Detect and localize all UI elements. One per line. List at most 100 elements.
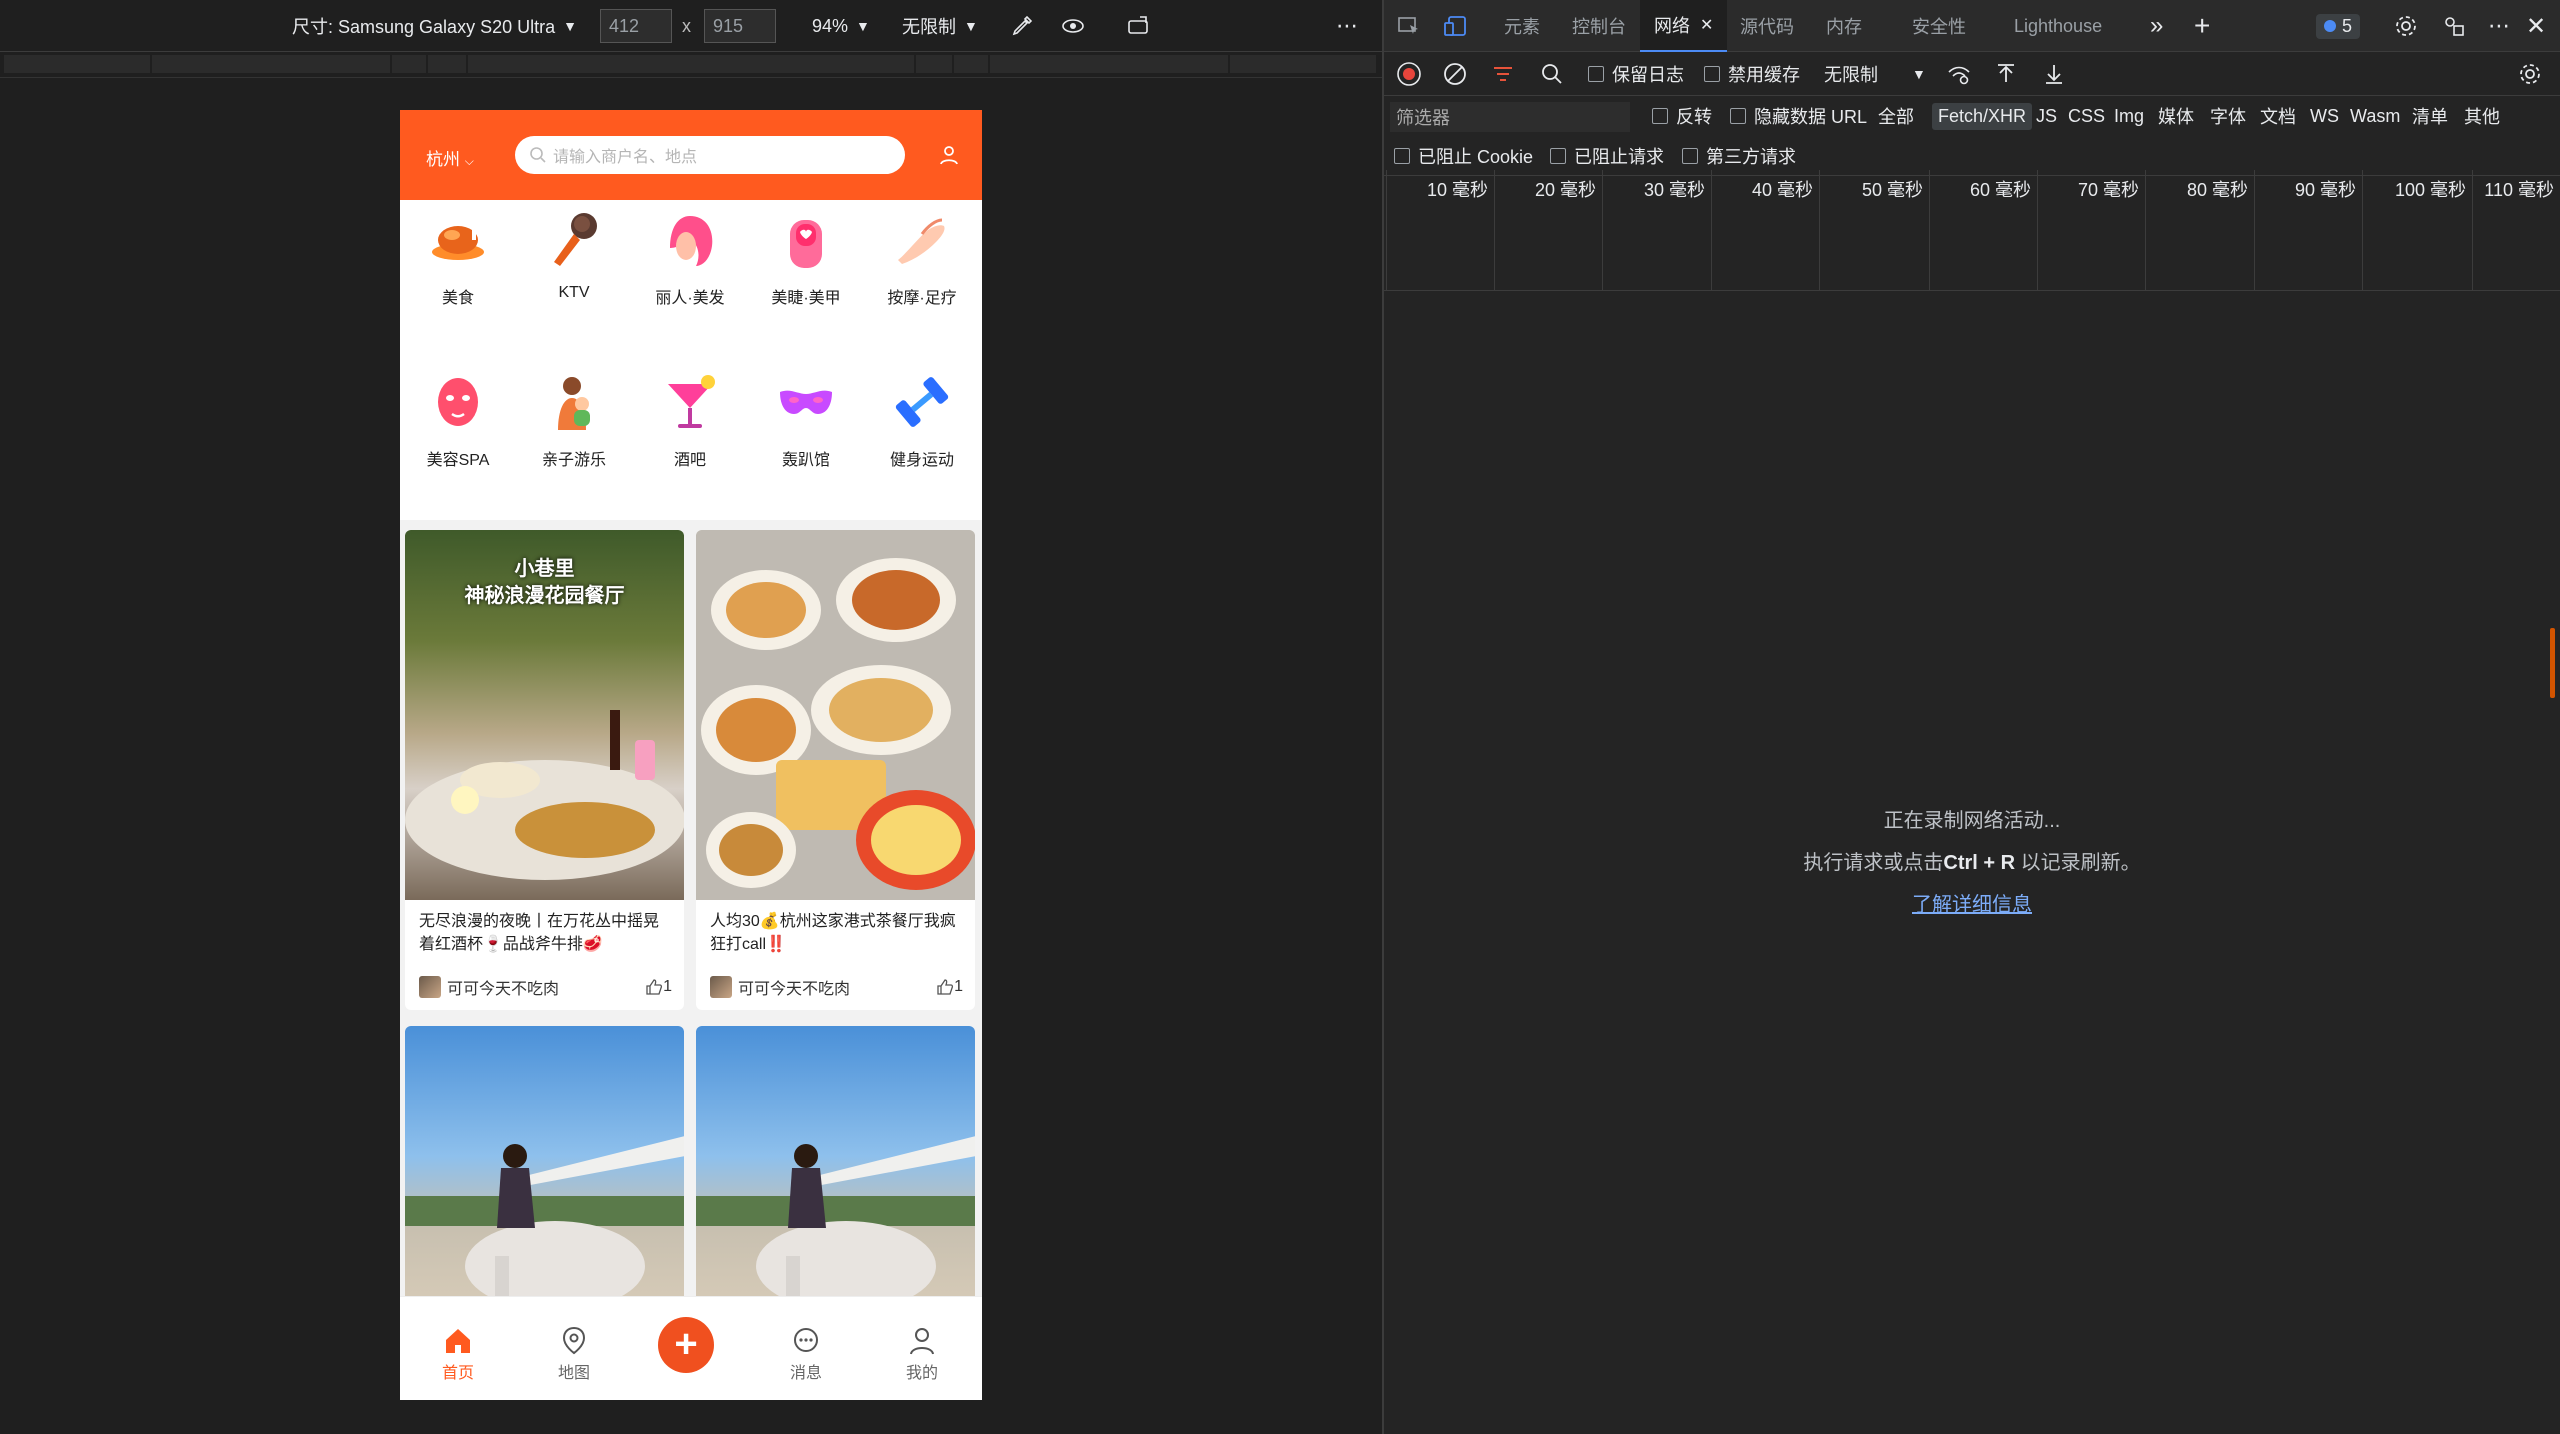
filter-type-js[interactable]: JS — [2036, 96, 2057, 136]
filter-type-manifest[interactable]: 清单 — [2412, 96, 2448, 136]
more-icon[interactable]: ⋯ — [1336, 0, 1358, 52]
preserve-log-checkbox[interactable]: 保留日志 — [1588, 52, 1684, 96]
post-card[interactable]: 小巷里 神秘浪漫花园餐厅 无尽浪漫的夜晚丨在万花丛中摇晃着红酒杯🍷品战斧牛排🥩 … — [405, 530, 684, 1010]
tab-label: 消息 — [789, 1365, 822, 1382]
network-settings-icon[interactable] — [2518, 52, 2542, 96]
tab-security[interactable]: 安全性 — [1912, 0, 1966, 52]
filter-type-doc[interactable]: 文档 — [2260, 96, 2296, 136]
close-devtools-icon[interactable]: ✕ — [2526, 0, 2546, 52]
tab-lighthouse[interactable]: Lighthouse — [2014, 0, 2102, 52]
network-toolbar: 保留日志 禁用缓存 无限制 ▼ — [1384, 52, 2560, 96]
eyedropper-icon[interactable] — [1010, 0, 1034, 52]
filter-toggle[interactable] — [1490, 52, 1516, 96]
tab-memory[interactable]: 内存 — [1826, 0, 1862, 52]
network-conditions-icon[interactable] — [1946, 52, 1972, 96]
category-label: KTV — [558, 284, 590, 301]
filter-type-img[interactable]: Img — [2114, 96, 2144, 136]
checkbox — [1394, 148, 1410, 164]
tab-message[interactable]: 消息 — [748, 1297, 864, 1400]
like-button[interactable]: 1 — [645, 975, 672, 999]
plus-icon: + — [658, 1317, 714, 1373]
hide-data-urls-checkbox[interactable]: 隐藏数据 URL — [1730, 96, 1867, 136]
post-author[interactable]: 可可今天不吃肉 — [710, 975, 850, 999]
post-card[interactable]: 人均30💰杭州这家港式茶餐厅我疯狂打call‼️ 可可今天不吃肉 1 — [696, 530, 975, 1010]
category-spa[interactable]: 美容SPA — [400, 362, 516, 492]
filter-input[interactable]: 筛选器 — [1390, 102, 1630, 132]
category-ktv[interactable]: KTV — [516, 200, 632, 330]
import-har-icon[interactable] — [1994, 52, 2018, 96]
city-selector[interactable]: 杭州 ⌵ — [426, 145, 474, 170]
chevron-down-icon: ▼ — [964, 18, 978, 34]
device-select[interactable]: 尺寸: Samsung Galaxy S20 Ultra ▼ — [292, 0, 577, 52]
record-button[interactable] — [1396, 52, 1422, 96]
height-input[interactable] — [704, 9, 776, 43]
bottom-tab-bar: 首页 地图 + 消息 我的 — [400, 1296, 982, 1400]
blocked-requests-label: 已阻止请求 — [1574, 147, 1664, 167]
inspect-icon[interactable] — [1396, 0, 1422, 52]
tab-profile[interactable]: 我的 — [864, 1297, 980, 1400]
post-card[interactable] — [405, 1026, 684, 1316]
tab-map[interactable]: 地图 — [516, 1297, 632, 1400]
network-overview-timeline[interactable]: 10 毫秒 20 毫秒 30 毫秒 40 毫秒 50 毫秒 60 毫秒 70 毫… — [1384, 170, 2560, 291]
throttle-select[interactable]: 无限制 ▼ — [1824, 52, 1926, 96]
scroll-marker[interactable] — [2550, 628, 2555, 698]
filter-type-css[interactable]: CSS — [2068, 96, 2105, 136]
chevron-down-icon: ⌵ — [464, 154, 474, 168]
rotate-icon[interactable] — [1126, 0, 1152, 52]
filter-type-font[interactable]: 字体 — [2210, 96, 2246, 136]
user-icon[interactable] — [938, 144, 960, 166]
tab-console[interactable]: 控制台 — [1572, 0, 1626, 52]
filter-type-other[interactable]: 其他 — [2464, 96, 2500, 136]
clear-button[interactable] — [1442, 52, 1468, 96]
filter-type-media[interactable]: 媒体 — [2158, 96, 2194, 136]
category-label: 健身运动 — [889, 452, 954, 469]
filter-type-wasm[interactable]: Wasm — [2350, 96, 2400, 136]
dumbbell-icon — [895, 377, 949, 427]
recording-message: 正在录制网络活动... — [1883, 810, 2061, 832]
invert-checkbox[interactable]: 反转 — [1652, 96, 1712, 136]
close-icon[interactable]: ✕ — [1700, 15, 1713, 35]
throttle-select[interactable]: 无限制 ▼ — [902, 0, 978, 52]
category-parent-child[interactable]: 亲子游乐 — [516, 362, 632, 492]
face-mask-icon — [438, 378, 478, 426]
filter-type-all[interactable]: 全部 — [1878, 96, 1914, 136]
post-image — [696, 530, 975, 900]
more-tabs-icon[interactable]: » — [2150, 0, 2163, 52]
post-author[interactable]: 可可今天不吃肉 — [419, 975, 559, 999]
vision-eye-icon[interactable] — [1060, 0, 1086, 52]
category-massage[interactable]: 按摩·足疗 — [864, 200, 980, 330]
add-tab-icon[interactable]: + — [2194, 0, 2210, 52]
category-label: 丽人·美发 — [655, 290, 725, 307]
disable-cache-checkbox[interactable]: 禁用缓存 — [1704, 52, 1800, 96]
tab-home[interactable]: 首页 — [400, 1297, 516, 1400]
tab-elements[interactable]: 元素 — [1504, 0, 1540, 52]
zoom-select[interactable]: 94% ▼ — [812, 0, 870, 52]
more-options-icon[interactable]: ⋯ — [2488, 0, 2510, 52]
search-input[interactable]: 请输入商户名、地点 — [515, 136, 905, 174]
search-button[interactable] — [1540, 52, 1564, 96]
tab-network[interactable]: 网络 ✕ — [1640, 0, 1728, 52]
export-har-icon[interactable] — [2042, 52, 2066, 96]
category-food[interactable]: 美食 — [400, 200, 516, 330]
category-fitness[interactable]: 健身运动 — [864, 362, 980, 492]
customize-icon[interactable] — [2442, 0, 2466, 52]
device-toggle-icon[interactable] — [1442, 0, 1468, 52]
timeline-tick: 80 毫秒 — [2145, 170, 2254, 291]
author-name: 可可今天不吃肉 — [447, 981, 560, 998]
filter-type-ws[interactable]: WS — [2310, 96, 2339, 136]
tab-create[interactable]: + — [632, 1297, 748, 1400]
issues-badge[interactable]: 5 — [2316, 0, 2361, 52]
timeline-tick: 10 毫秒 — [1386, 170, 1494, 291]
width-input[interactable] — [600, 9, 672, 43]
category-bar[interactable]: 酒吧 — [632, 362, 748, 492]
category-party[interactable]: 轰趴馆 — [748, 362, 864, 492]
learn-more-link[interactable]: 了解详细信息 — [1912, 894, 2032, 916]
preserve-log-label: 保留日志 — [1612, 65, 1684, 85]
post-card[interactable] — [696, 1026, 975, 1316]
filter-type-fetch-xhr[interactable]: Fetch/XHR — [1932, 96, 2033, 136]
tab-sources[interactable]: 源代码 — [1740, 0, 1794, 52]
category-lash-nail[interactable]: 美睫·美甲 — [748, 200, 864, 330]
like-button[interactable]: 1 — [936, 975, 963, 999]
category-beauty-hair[interactable]: 丽人·美发 — [632, 200, 748, 330]
settings-gear-icon[interactable] — [2394, 0, 2418, 52]
